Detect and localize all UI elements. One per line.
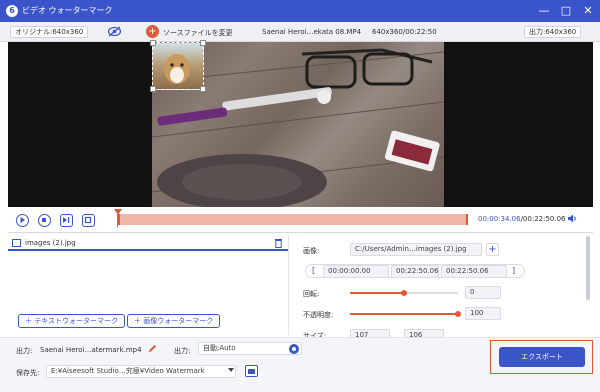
image-path-field[interactable]: C:/Users/Admin…images (2).jpg <box>350 243 482 256</box>
minimize-button[interactable]: — <box>536 3 552 19</box>
output-file-name: Saenai Heroi…atermark.mp4 <box>40 346 142 354</box>
settings-scrollbar[interactable] <box>586 236 590 300</box>
add-text-watermark-label: テキストウォーターマーク <box>34 317 119 325</box>
close-button[interactable]: ✕ <box>580 3 596 19</box>
app-logo-icon: 6 <box>6 5 18 17</box>
change-source-button[interactable]: ソースファイルを変更 <box>163 28 233 38</box>
export-button[interactable]: エクスポート <box>499 347 585 367</box>
resize-handle-bl[interactable] <box>150 86 156 92</box>
next-frame-button[interactable] <box>60 214 73 227</box>
eye-icon[interactable] <box>107 26 122 37</box>
edit-pencil-icon[interactable] <box>148 344 157 353</box>
dog-image-icon <box>164 54 190 84</box>
output-file-label: 出力: <box>16 347 33 355</box>
info-bar: オリジナル:640x360 + ソースファイルを変更 Saenai Heroi…… <box>0 22 600 42</box>
range-end-bracket[interactable]: ] <box>512 266 515 275</box>
resize-handle-tl[interactable] <box>150 40 156 46</box>
rotation-slider-fill <box>350 292 404 294</box>
plus-icon: ＋ <box>25 317 35 325</box>
plus-icon: ＋ <box>134 317 144 325</box>
watermark-list-item[interactable]: images (2).jpg <box>8 237 288 251</box>
chevron-down-icon[interactable] <box>228 368 234 372</box>
window-title: ビデオ ウォーターマーク <box>22 6 113 15</box>
opacity-slider-knob[interactable] <box>455 311 461 317</box>
opacity-value-field[interactable]: 100 <box>465 307 501 320</box>
plus-circle-icon[interactable]: + <box>146 25 159 38</box>
volume-icon[interactable] <box>567 213 578 224</box>
range-start-bracket[interactable]: [ <box>312 266 315 275</box>
resize-handle-tr[interactable] <box>200 40 206 46</box>
add-image-watermark-label: 画像ウォーターマーク <box>143 317 214 325</box>
gear-icon[interactable] <box>289 344 299 354</box>
save-path-select[interactable]: E:¥Aiseesoft Studio…究極¥Video Watermark <box>46 365 236 378</box>
output-format-select[interactable]: 自動;Auto <box>198 342 302 355</box>
play-button[interactable] <box>16 214 29 227</box>
current-time: 00:00:34.06 <box>478 215 521 223</box>
title-bar: 6 ビデオ ウォーターマーク — □ ✕ <box>0 0 600 22</box>
end-time-field[interactable]: 00:22:50.06 <box>441 265 507 278</box>
rotation-slider[interactable] <box>350 290 458 296</box>
image-file-icon <box>12 239 21 247</box>
opacity-slider-fill <box>350 313 458 315</box>
playhead-marker[interactable] <box>114 209 122 215</box>
opacity-label: 不透明度: <box>303 311 334 319</box>
playhead-line <box>117 212 118 227</box>
source-resolution-duration: 640x360/00:22:50 <box>372 28 437 36</box>
add-text-watermark-button[interactable]: ＋ テキストウォーターマーク <box>18 314 126 328</box>
rotation-label: 回転: <box>303 290 320 298</box>
loop-button[interactable] <box>82 214 95 227</box>
mid-time-field[interactable]: 00:22:50.06 <box>391 265 439 278</box>
opacity-slider[interactable] <box>350 311 461 317</box>
output-resolution-tag: 出力:640x360 <box>524 26 582 38</box>
watermark-overlay[interactable] <box>150 40 206 92</box>
resize-handle-br[interactable] <box>200 86 206 92</box>
image-label: 画像: <box>303 247 320 255</box>
folder-icon[interactable] <box>245 365 258 377</box>
watermark-item-label: images (2).jpg <box>25 239 76 247</box>
add-image-button[interactable]: + <box>486 243 499 256</box>
output-format-label: 出力: <box>174 347 191 355</box>
timeline-track[interactable] <box>118 214 468 225</box>
add-image-watermark-button[interactable]: ＋ 画像ウォーターマーク <box>127 314 221 328</box>
original-resolution-tag: オリジナル:640x360 <box>10 26 89 38</box>
save-path-label: 保存先: <box>16 369 40 377</box>
rotation-slider-knob[interactable] <box>401 290 407 296</box>
source-file-name: Saenai Heroi…ekata 08.MP4 <box>262 28 362 36</box>
total-time: /00:22:50.06 <box>520 215 566 223</box>
maximize-button[interactable]: □ <box>558 3 574 19</box>
start-time-field[interactable]: 00:00:00.00 <box>323 265 389 278</box>
rotation-value-field[interactable]: 0 <box>465 286 501 299</box>
trash-icon[interactable] <box>274 238 283 248</box>
stop-button[interactable] <box>38 214 51 227</box>
